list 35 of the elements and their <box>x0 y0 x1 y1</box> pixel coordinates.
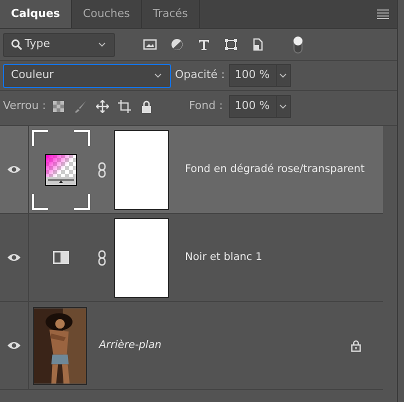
filter-dropdown[interactable]: Type <box>3 32 115 56</box>
caret-icon <box>97 40 107 49</box>
caret-icon <box>278 102 288 110</box>
move-icon[interactable] <box>96 100 109 112</box>
opacity-label: Opacité : <box>175 67 225 84</box>
layer-row[interactable]: Noir et blanc 1 <box>0 214 383 302</box>
blend-mode-dropdown[interactable]: Couleur <box>3 64 171 88</box>
link-icon <box>98 250 106 266</box>
image-filter-icon[interactable] <box>143 38 157 51</box>
adjustment-filter-icon[interactable] <box>170 38 184 51</box>
artboard-icon[interactable] <box>118 100 131 112</box>
caret-icon <box>153 71 163 80</box>
menu-icon[interactable] <box>377 9 389 19</box>
layer-name: Fond en dégradé rose/transparent <box>185 162 365 177</box>
lock-transparency-icon[interactable] <box>52 100 65 112</box>
eye-icon[interactable] <box>7 253 21 262</box>
shape-filter-icon[interactable] <box>224 38 238 51</box>
lock-icon[interactable] <box>140 100 153 112</box>
link-icon <box>98 162 106 178</box>
eye-icon[interactable] <box>7 341 21 350</box>
layer-name: Noir et blanc 1 <box>185 250 262 265</box>
smart-object-filter-icon[interactable] <box>251 38 265 51</box>
gradient-fill-thumbnail <box>45 154 77 186</box>
adjustment-layer-icon <box>53 251 69 264</box>
fill-label: Fond : <box>188 98 223 114</box>
filter-toggle[interactable] <box>293 36 303 54</box>
type-filter-icon[interactable] <box>197 38 211 51</box>
lock-label: Verrou : <box>3 98 46 114</box>
panel-tab[interactable]: Calques <box>0 0 72 28</box>
layer-row[interactable]: Arrière-plan <box>0 302 383 390</box>
search-icon <box>11 39 22 50</box>
layer-row[interactable]: Fond en dégradé rose/transparent <box>0 126 383 214</box>
caret-icon <box>278 71 288 80</box>
layer-name: Arrière-plan <box>99 338 162 353</box>
eye-icon[interactable] <box>7 165 21 174</box>
